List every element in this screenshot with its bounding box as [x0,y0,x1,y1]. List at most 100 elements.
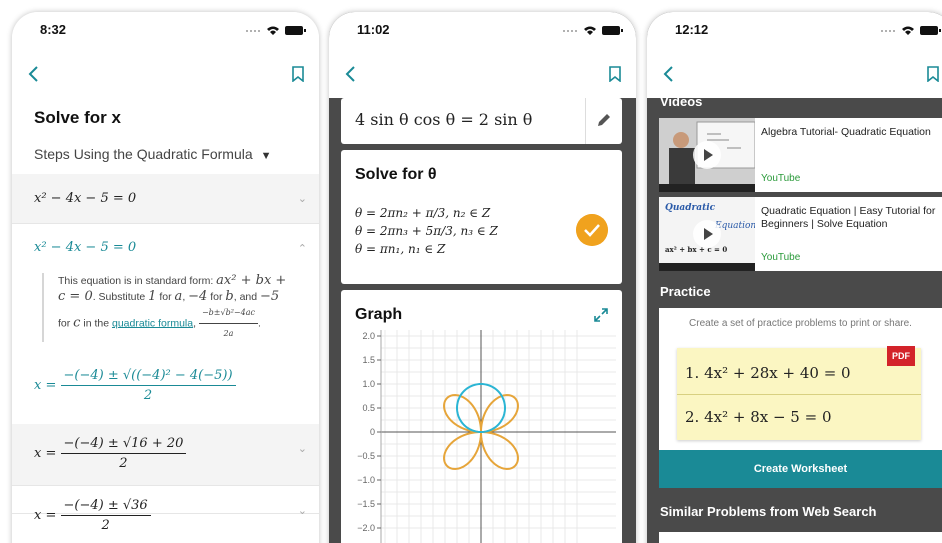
step-lhs: x = [34,378,57,393]
step-denominator: 2 [119,456,128,471]
equation-input-card[interactable]: 4 sin θ cos θ = 2 sin θ [341,98,622,144]
y-tick-label: −0.5 [357,451,375,461]
expand-icon[interactable] [594,308,608,322]
video-card[interactable]: Quadratic Equation ax² + bx + c = 0 Quad… [659,197,942,271]
video-source: YouTube [761,252,801,263]
play-icon[interactable] [693,141,721,169]
video-thumbnail [659,118,755,192]
y-tick-label: 0 [370,427,375,437]
nav-bar [647,50,942,98]
step-row[interactable]: x = −(−4) ± √16 + 20 2 ⌄ [12,424,319,486]
check-icon [576,214,608,246]
status-bar: 8:32 [12,12,319,50]
pdf-badge-icon: PDF [887,346,915,366]
solution-card: Solve for θ θ = 2πn₂ + π/3, n₂ ∈ Z θ = 2… [341,150,622,284]
step-formula: x = −(−4) ± √36 2 [34,498,151,533]
step-denominator: 2 [143,388,153,403]
step-formula: x = −(−4) ± √16 + 20 2 [34,436,187,471]
sheet-rule [677,394,921,395]
explain-text: . Substitute [92,291,149,303]
back-arrow-icon[interactable] [341,64,361,84]
input-equation[interactable]: 4 sin θ cos θ = 2 sin θ [355,110,532,129]
step-fraction: −(−4) ± √((−4)² − 4(−5)) 2 [60,368,236,403]
video-source: YouTube [761,173,801,184]
nav-bar [12,50,319,98]
problem-line: 1. 4x² + 28x + 40 = 0 [685,364,851,382]
status-time: 12:12 [675,22,709,37]
status-bar: 12:12 [647,12,942,50]
phone-quadratic-steps: 8:32 Solve for x Steps Using the Quadrat… [12,12,319,543]
y-tick-label: −1.0 [357,475,375,485]
back-arrow-icon[interactable] [24,64,44,84]
solution-line: θ = πn₁, n₁ ∈ Z [355,242,446,256]
formula-numerator: −b±√b²−4ac [198,305,258,324]
bookmark-icon[interactable] [926,66,940,82]
practice-subtitle: Create a set of practice problems to pri… [689,318,912,329]
formula-fraction: −b±√b²−4ac 2a [198,305,258,342]
explain-math: b [225,289,234,304]
thumb-text: Quadratic [665,203,716,213]
chevron-down-icon: ⌄ [297,193,307,205]
method-dropdown[interactable]: Steps Using the Quadratic Formula ▼ [34,146,272,162]
step-equation: x² − 4x − 5 = 0 [34,240,137,255]
solve-title: Solve for θ [355,166,437,183]
caret-down-icon: ▼ [260,150,272,162]
explain-text: for [207,291,226,303]
step-lhs: x = [34,508,57,523]
chevron-down-icon: ⌄ [297,505,307,517]
step-row[interactable]: x = −(−4) ± √36 2 ⌄ [12,486,319,543]
video-card[interactable]: Algebra Tutorial- Quadratic Equation You… [659,118,942,192]
status-icons [881,26,941,35]
step-numerator: −(−4) ± √36 [60,498,151,516]
video-title: Quadratic Equation | Easy Tutorial for B… [761,205,936,230]
thumb-text: Equation [715,221,755,231]
steps-content: Solve for x Steps Using the Quadratic Fo… [12,98,319,543]
step-fraction: −(−4) ± √16 + 20 2 [60,436,187,471]
y-tick-label: −2.0 [357,523,375,533]
divider [585,98,586,144]
step-formula-result: x = −(−4) ± √((−4)² − 4(−5)) 2 [34,368,236,403]
step-explanation: This equation is in standard form: ax² +… [42,273,292,342]
bookmark-icon[interactable] [291,66,305,82]
practice-header: Practice [660,284,711,299]
y-tick-label: 1.5 [362,355,375,365]
status-time: 11:02 [357,22,390,37]
play-icon[interactable] [693,220,721,248]
video-thumbnail: Quadratic Equation ax² + bx + c = 0 [659,197,755,271]
formula-denominator: 2a [223,329,234,338]
explain-text: This equation is in standard form: [58,275,217,287]
step-lhs: x = [34,446,57,461]
step-numerator: −(−4) ± √((−4)² − 4(−5)) [60,368,236,386]
quadratic-formula-link[interactable]: quadratic formula [112,317,193,329]
chevron-down-icon: ⌄ [297,443,307,455]
explain-text: for [58,317,74,330]
graph-plot[interactable]: 2.0 1.5 1.0 0.5 0 −0.5 −1.0 −1.5 −2.0 [341,330,622,543]
step-row[interactable]: x² − 4x − 5 = 0 ⌄ [12,174,319,224]
phone-trig-solver: 11:02 4 sin θ cos θ = 2 sin θ Solve for … [329,12,636,543]
status-time: 8:32 [40,22,67,37]
thumb-text: ax² + bx + c = 0 [665,245,728,254]
step-numerator: −(−4) ± √16 + 20 [60,436,187,454]
step-denominator: 2 [101,518,110,533]
step-equation: x² − 4x − 5 = 0 [34,191,137,206]
bookmark-icon[interactable] [608,66,622,82]
page-title: Solve for x [34,108,121,127]
back-arrow-icon[interactable] [659,64,679,84]
method-label: Steps Using the Quadratic Formula [34,146,253,162]
explain-text: , and [233,291,261,303]
phone-resources: 12:12 Videos Algebra Tutorial- Quadratic… [647,12,942,543]
y-tick-label: 2.0 [362,331,375,341]
step-fraction: −(−4) ± √36 2 [60,498,151,533]
create-worksheet-button[interactable]: Create Worksheet [659,450,942,488]
practice-card: Create a set of practice problems to pri… [659,308,942,488]
explain-math: −5 [260,289,280,304]
video-title: Algebra Tutorial- Quadratic Equation [761,126,931,138]
nav-bar [329,50,636,98]
status-icons [246,26,306,35]
explain-text: in the [80,317,112,330]
explain-text: . [257,317,261,330]
status-bar: 11:02 [329,12,636,50]
similar-problems-card[interactable] [659,532,942,543]
pencil-icon[interactable] [596,112,612,128]
solution-line: θ = 2πn₂ + π/3, n₂ ∈ Z [355,206,491,220]
